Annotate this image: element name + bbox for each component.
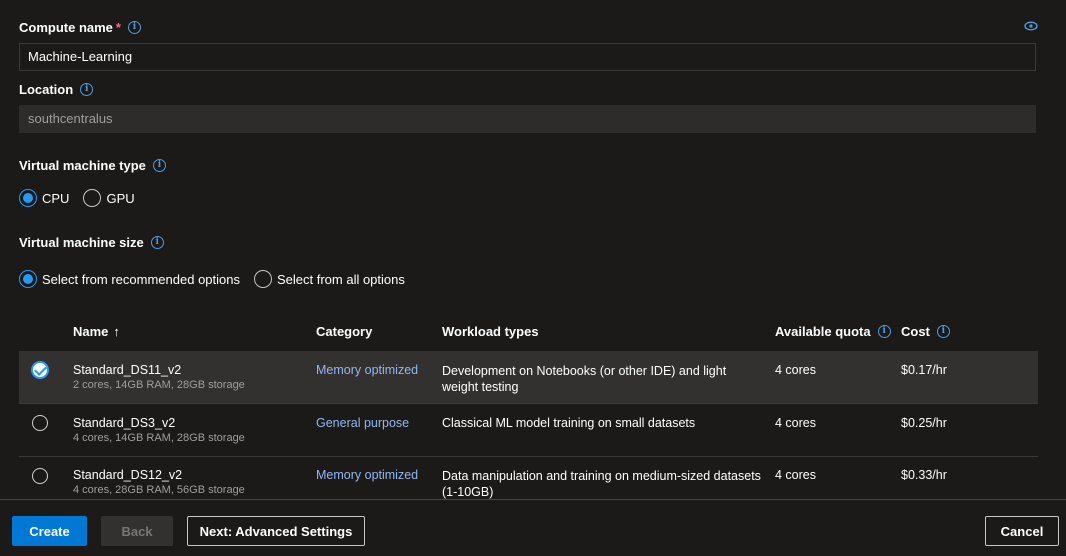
table-row[interactable]: Standard_DS11_v2 2 cores, 14GB RAM, 28GB… [19,351,1038,404]
vm-size-label: Virtual machine size i [19,235,164,250]
info-icon[interactable]: i [877,325,891,338]
create-button[interactable]: Create [12,516,87,546]
column-header-quota[interactable]: Available quota i [775,324,891,339]
eye-icon[interactable] [1024,20,1038,32]
workload-cell: Classical ML model training on small dat… [442,416,696,430]
back-button[interactable]: Back [101,516,173,546]
vm-type-gpu-option[interactable]: GPU [83,189,135,207]
cancel-button[interactable]: Cancel [985,516,1059,546]
radio-unselected[interactable] [83,189,102,207]
radio-unselected[interactable] [253,270,272,288]
column-header-name[interactable]: Name ↑ [73,324,120,339]
vm-size-radio-group: Select from recommended options Select f… [19,270,419,288]
vm-name-cell: Standard_DS12_v2 4 cores, 28GB RAM, 56GB… [73,468,245,496]
quota-cell: 4 cores [775,363,816,377]
info-icon[interactable]: i [936,325,950,338]
column-header-cost[interactable]: Cost i [901,324,950,339]
workload-cell: Data manipulation and training on medium… [442,469,761,499]
vm-size-recommended-option[interactable]: Select from recommended options [19,270,240,288]
vm-size-all-option[interactable]: Select from all options [253,270,405,288]
vm-type-cpu-option[interactable]: CPU [19,189,69,207]
info-icon[interactable]: i [127,21,141,34]
sort-ascending-icon: ↑ [113,324,120,339]
info-icon[interactable]: i [80,83,94,96]
info-icon[interactable]: i [152,159,166,172]
vm-type-label: Virtual machine type i [19,158,166,173]
footer-bar: Create Back Next: Advanced Settings Canc… [0,499,1066,556]
location-label: Location i [19,82,94,97]
quota-cell: 4 cores [775,416,816,430]
info-icon[interactable]: i [150,236,164,249]
column-header-workload[interactable]: Workload types [442,324,539,339]
workload-cell: Development on Notebooks (or other IDE) … [442,364,727,394]
vm-type-radio-group: CPU GPU [19,189,149,207]
column-header-category[interactable]: Category [316,324,372,339]
cost-cell: $0.25/hr [901,416,947,430]
radio-selected[interactable] [19,189,37,207]
quota-cell: 4 cores [775,468,816,482]
row-radio[interactable] [32,415,48,431]
radio-selected[interactable] [19,270,37,288]
category-cell: Memory optimized [316,468,419,482]
cost-cell: $0.33/hr [901,468,947,482]
vm-name-cell: Standard_DS11_v2 2 cores, 14GB RAM, 28GB… [73,363,245,391]
location-field: southcentralus [19,105,1036,133]
row-selected-check-icon[interactable] [31,361,49,379]
category-cell: Memory optimized [316,363,419,377]
required-marker: * [115,20,121,35]
compute-name-label: Compute name * i [19,20,141,35]
vm-name-cell: Standard_DS3_v2 4 cores, 14GB RAM, 28GB … [73,416,245,444]
cost-cell: $0.17/hr [901,363,947,377]
category-cell: General purpose [316,416,410,430]
row-radio[interactable] [32,468,48,484]
table-row[interactable]: Standard_DS3_v2 4 cores, 14GB RAM, 28GB … [19,404,1038,457]
compute-name-input[interactable]: Machine-Learning [19,43,1036,71]
next-advanced-settings-button[interactable]: Next: Advanced Settings [187,516,365,546]
